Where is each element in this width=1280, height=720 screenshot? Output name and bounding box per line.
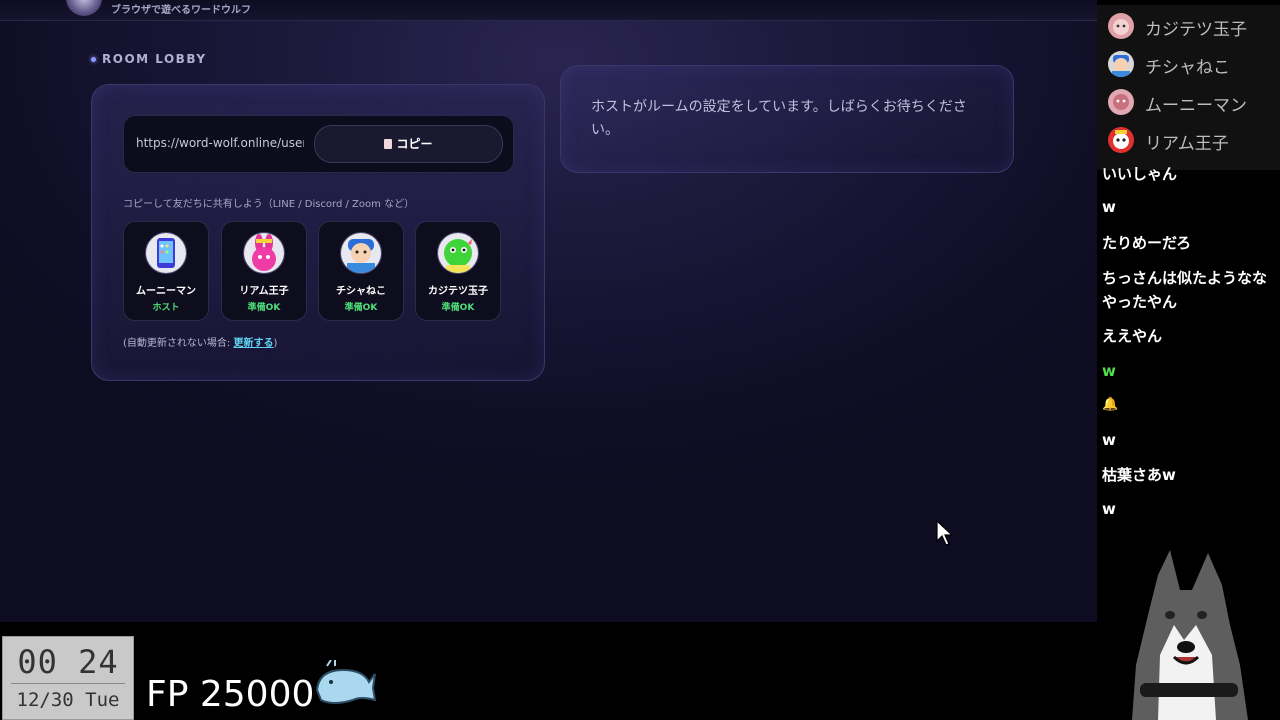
dino-avatar-icon — [437, 232, 479, 274]
prince-avatar-icon — [1108, 127, 1134, 153]
invite-url-text[interactable]: https://word-wolf.online/user... — [136, 136, 304, 150]
refresh-prefix: (自動更新されない場合: — [123, 338, 231, 349]
fp-counter: FP 25000 — [146, 674, 315, 715]
viewer-name: チシャねこ — [1145, 58, 1230, 78]
player-name: リアム王子 — [239, 286, 289, 297]
chat-message: ちっさんは似たようなな — [1102, 269, 1268, 287]
game-browser-area: ブラウザで遊べるワードウルフ ROOM LOBBY https://word-w… — [0, 0, 1097, 622]
refresh-hint: (自動更新されない場合: 更新する) — [123, 334, 277, 349]
chat-message: w — [1102, 198, 1116, 216]
refresh-link[interactable]: 更新する — [233, 338, 273, 349]
dot-icon — [91, 57, 96, 62]
chat-message: ええやん — [1102, 327, 1163, 345]
lobby-card: https://word-wolf.online/user... コピー コピー… — [91, 84, 545, 381]
player-card: カジテツ玉子 準備OK — [415, 221, 501, 321]
room-lobby-title: ROOM LOBBY — [102, 52, 207, 66]
host-status-card: ホストがルームの設定をしています。しばらくお待ちください。 — [560, 65, 1014, 173]
copy-button-label: コピー — [396, 137, 433, 151]
chat-message: 枯葉さあw — [1102, 466, 1176, 484]
copy-button[interactable]: コピー — [314, 125, 503, 163]
chat-message: たりめーだろ — [1102, 234, 1192, 252]
rabbit-avatar-icon — [243, 232, 285, 274]
viewer-name: ムーニーマン — [1145, 96, 1247, 116]
chat-message: やったやん — [1102, 293, 1178, 311]
phone-avatar-icon — [145, 232, 187, 274]
site-tagline: ブラウザで遊べるワードウルフ — [111, 5, 251, 16]
chat-message: いいしゃん — [1102, 165, 1178, 183]
player-card: ムーニーマン ホスト — [123, 221, 209, 321]
player-card: チシャねこ 準備OK — [318, 221, 404, 321]
player-status: 準備OK — [441, 303, 475, 313]
player-status: ホスト — [152, 303, 180, 313]
site-header: ブラウザで遊べるワードウルフ — [0, 0, 1097, 21]
clock-time: 00 24 — [17, 643, 119, 681]
room-lobby-label: ROOM LOBBY — [91, 52, 207, 66]
chat-message: w — [1102, 362, 1116, 380]
cat-avatar-icon — [1108, 51, 1134, 77]
invite-url-box: https://word-wolf.online/user... コピー — [123, 115, 514, 173]
moon-avatar-icon — [1108, 89, 1134, 115]
chat-message: w — [1102, 500, 1116, 518]
site-logo-icon[interactable] — [66, 0, 102, 16]
player-card: リアム王子 準備OK — [221, 221, 307, 321]
bell-icon: 🔔 — [1102, 397, 1119, 412]
share-hint: コピーして友だちに共有しよう（LINE / Discord / Zoom など） — [123, 199, 415, 210]
clock-widget: 00 24 12/30 Tue — [2, 636, 134, 720]
clock-divider — [11, 683, 125, 684]
cat-avatar-icon — [340, 232, 382, 274]
whale-icon — [315, 660, 377, 704]
player-name: チシャねこ — [336, 286, 386, 297]
husky-webcam-image — [1132, 550, 1248, 720]
clipboard-icon — [384, 139, 393, 149]
mouse-cursor-icon — [936, 520, 954, 546]
player-status: 準備OK — [247, 303, 281, 313]
player-name: カジテツ玉子 — [428, 286, 488, 297]
viewer-name: リアム王子 — [1145, 134, 1229, 154]
refresh-suffix: ) — [273, 338, 278, 349]
clock-date: 12/30 Tue — [16, 689, 120, 711]
egg-avatar-icon — [1108, 13, 1134, 39]
viewer-list: カジテツ玉子 チシャねこ ムーニーマン リアム王子 — [1097, 5, 1280, 170]
chat-message: w — [1102, 431, 1116, 449]
player-name: ムーニーマン — [136, 286, 196, 297]
player-status: 準備OK — [344, 303, 378, 313]
host-status-message: ホストがルームの設定をしています。しばらくお待ちください。 — [591, 99, 967, 138]
viewer-name: カジテツ玉子 — [1145, 20, 1247, 40]
